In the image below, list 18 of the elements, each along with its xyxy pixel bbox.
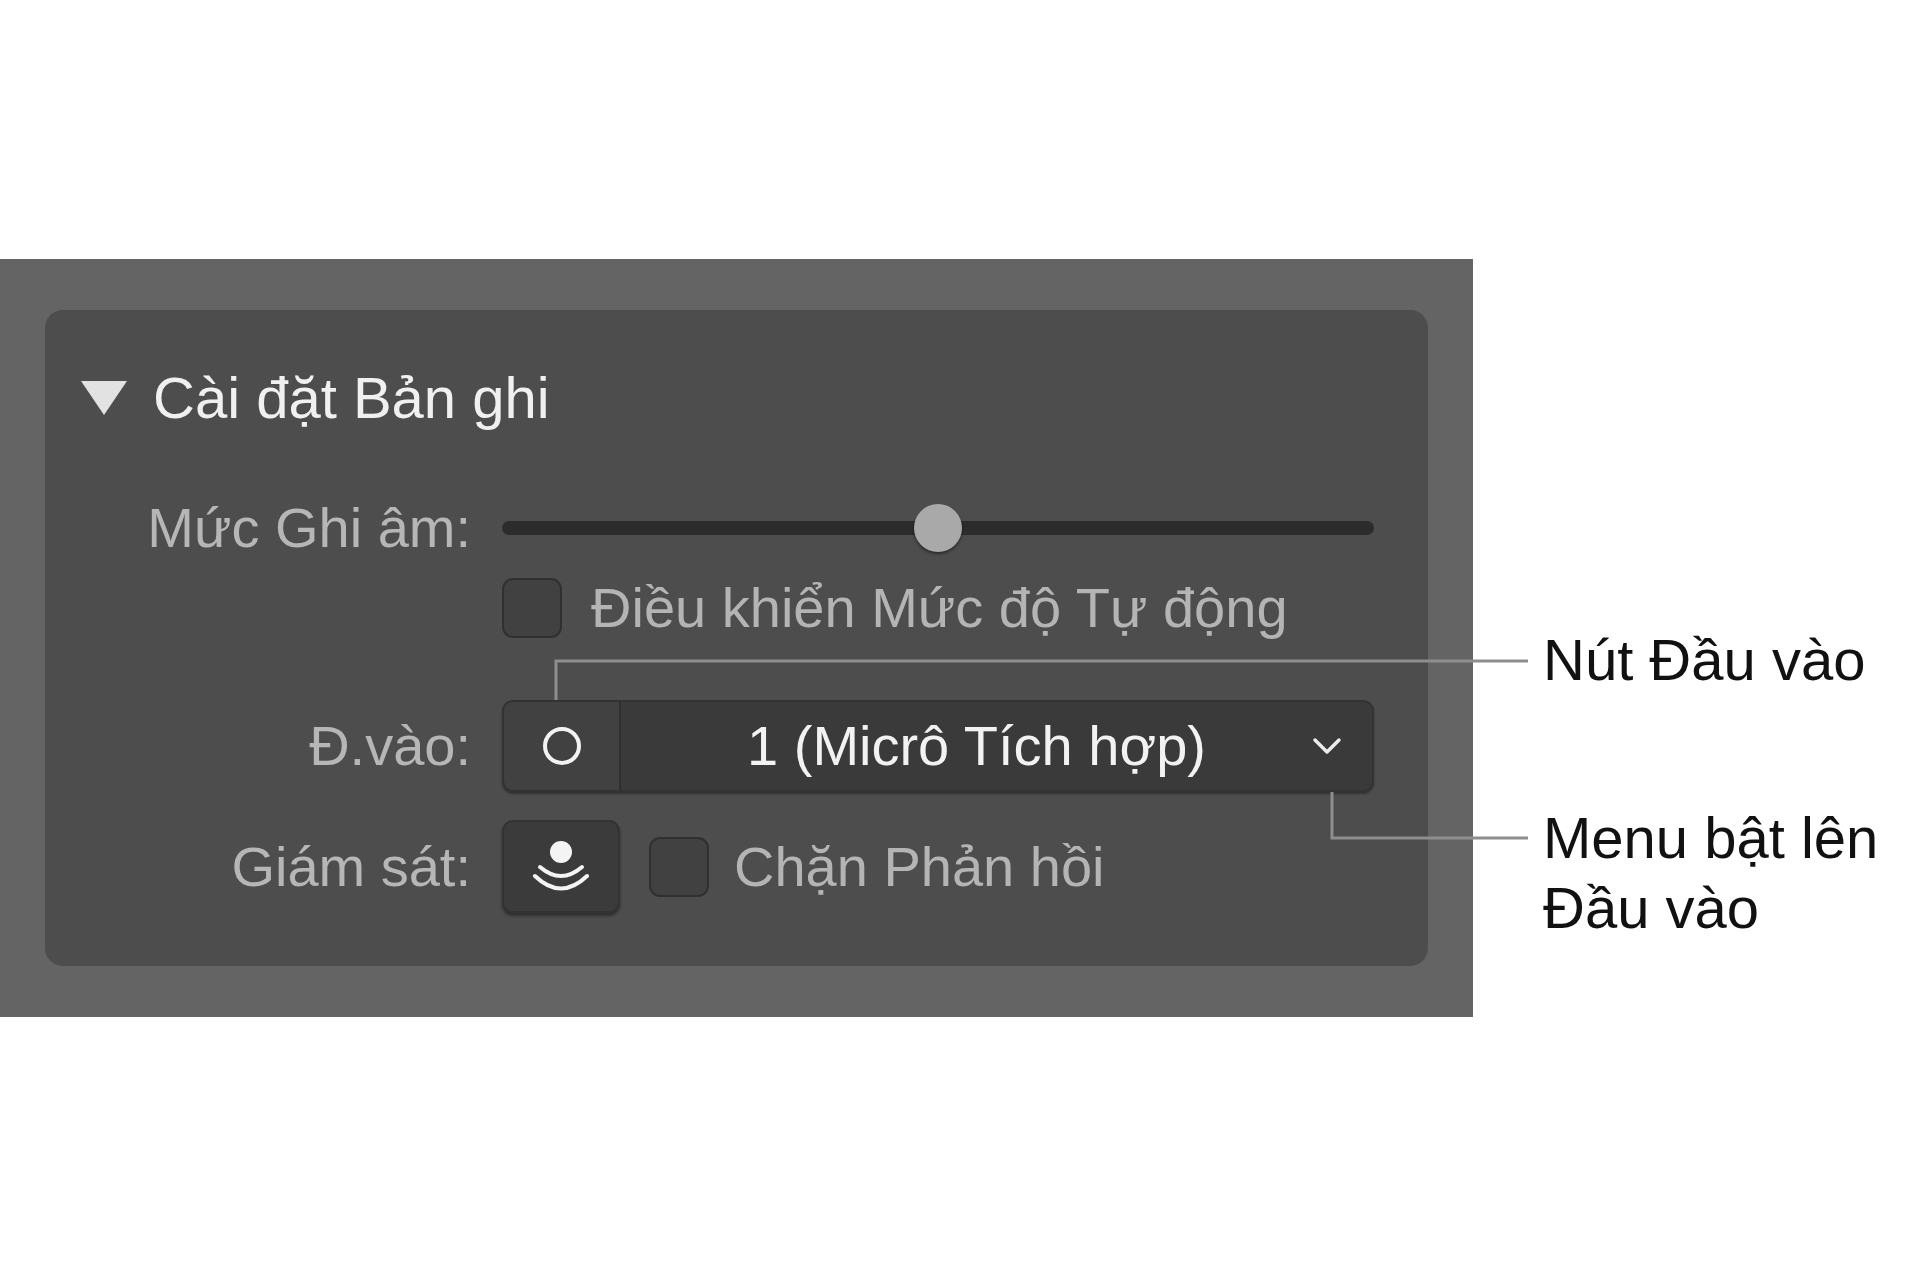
checkbox-label: Điều khiển Mức độ Tự động: [591, 576, 1288, 640]
callout-label: Menu bật lên Đầu vào: [1543, 804, 1880, 942]
dot-waves-icon: [532, 840, 590, 893]
triangle-down-icon[interactable]: [81, 381, 127, 415]
input-popup-menu[interactable]: 1 (Micrô Tích hợp): [621, 700, 1374, 792]
callout-label: Nút Đầu vào: [1543, 626, 1867, 694]
monitoring-button[interactable]: [502, 820, 620, 913]
input-label: Đ.vào:: [309, 714, 471, 778]
section-title: Cài đặt Bản ghi: [153, 366, 550, 430]
chevron-down-icon: [1312, 737, 1342, 755]
input-button[interactable]: [502, 700, 621, 792]
slider-thumb[interactable]: [914, 504, 962, 552]
checkbox-label: Chặn Phản hồi: [734, 834, 1105, 899]
monitoring-label: Giám sát:: [231, 834, 471, 899]
checkbox[interactable]: [649, 836, 709, 897]
checkbox[interactable]: [502, 578, 562, 638]
circle-icon: [541, 726, 582, 766]
recording-level-label: Mức Ghi âm:: [147, 496, 471, 560]
